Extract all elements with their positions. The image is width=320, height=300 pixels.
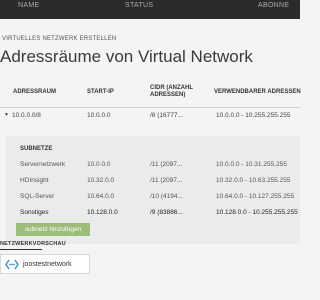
network-preview-label: NETZWERKVORSCHAU [0,241,66,247]
network-name: joostestnetwork [23,261,72,268]
create-vnet-dialog: VIRTUELLES NETZWERK ERSTELLEN Adressräum… [0,19,301,300]
column-name[interactable]: NAME [18,2,39,9]
network-preview-card[interactable]: joostestnetwork [0,254,90,274]
address-table-header: ADRESSRAUM START-IP CIDR (ANZAHL ADRESSE… [0,81,301,101]
header-address-space: ADRESSRAUM [13,89,57,95]
header-cidr: CIDR (ANZAHL ADRESSEN) [150,85,193,98]
subnet-usable: 10.128.0.0 - 10.255.255.255 [216,209,298,216]
subnet-row[interactable]: Sonstiges 10.128.0.0 /9 (83886... 10.128… [6,206,300,220]
subnet-row[interactable]: Servernetzwerk 10.0.0.0 /11 (2097... 10.… [6,158,300,172]
usable-value: 10.0.0.0 - 10.255.255.255 [216,112,291,119]
subnet-cidr[interactable]: /9 (83886... [150,209,183,216]
subnet-row[interactable]: HDInsight 10.32.0.0 /11 (2097... 10.32.0… [6,174,300,188]
address-space-value: 10.0.0.0/8 [12,112,41,119]
cidr-value[interactable]: /8 (16777... [150,112,183,119]
dialog-eyebrow: VIRTUELLES NETZWERK ERSTELLEN [2,36,117,42]
subnets-panel: SUBNETZE Servernetzwerk 10.0.0.0 /11 (20… [6,136,300,244]
address-space-row[interactable]: ▼ 10.0.0.0/8 10.0.0.0 /8 (16777... 10.0.… [0,108,300,122]
header-usable: VERWENDBARER ADRESSEN [214,89,301,95]
column-status[interactable]: STATUS [125,2,153,9]
subnet-name[interactable]: SQL-Server [20,193,54,200]
subnet-cidr[interactable]: /11 (2097... [150,177,182,184]
subnet-start-ip[interactable]: 10.128.0.0 [87,209,118,216]
add-subnet-button[interactable]: subnetz hinzufügen [16,223,90,236]
subnet-name[interactable]: Sonstiges [20,209,49,216]
subnet-start-ip[interactable]: 10.0.0.0 [87,161,111,168]
subnet-cidr[interactable]: /10 (4194... [150,193,183,200]
subnet-start-ip[interactable]: 10.64.0.0 [87,193,114,200]
preview-underline [0,249,42,250]
subnets-title: SUBNETZE [20,146,53,152]
header-start-ip: START-IP [87,89,114,95]
subnet-usable: 10.0.0.0 - 10.31.255.255 [216,161,287,168]
network-icon [5,259,19,270]
chevron-down-icon[interactable]: ▼ [4,112,9,118]
subnet-usable: 10.32.0.0 - 10.63.255.255 [216,177,291,184]
column-subscription[interactable]: ABONNE [258,2,289,9]
subnet-name[interactable]: Servernetzwerk [20,161,65,168]
subnet-row[interactable]: SQL-Server 10.64.0.0 /10 (4194... 10.64.… [6,190,300,204]
subnet-start-ip[interactable]: 10.32.0.0 [87,177,114,184]
subnet-usable: 10.64.0.0 - 10.127.255.255 [216,193,295,200]
page-title: Adressräume von Virtual Network [0,47,253,66]
subnet-cidr[interactable]: /11 (2097... [150,161,182,168]
subnet-name[interactable]: HDInsight [20,177,49,184]
start-ip-value[interactable]: 10.0.0.0 [87,112,111,119]
background-list-header: NAME STATUS ABONNE [0,0,300,19]
